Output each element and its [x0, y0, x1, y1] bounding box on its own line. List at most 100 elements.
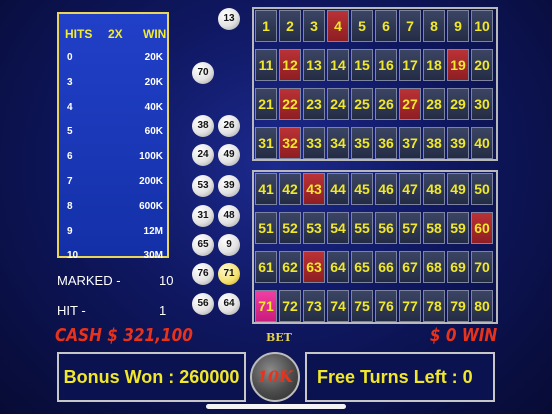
- board-number-76[interactable]: 76: [375, 290, 397, 322]
- win-amount: $ 0 WIN: [429, 325, 497, 346]
- board-number-71[interactable]: 71: [255, 290, 277, 322]
- board-number-15[interactable]: 15: [351, 49, 373, 81]
- board-number-58[interactable]: 58: [423, 212, 445, 244]
- board-number-7[interactable]: 7: [399, 10, 421, 42]
- drawn-ball: 9: [218, 234, 240, 256]
- board-number-26[interactable]: 26: [375, 88, 397, 120]
- board-number-4[interactable]: 4: [327, 10, 349, 42]
- board-number-2[interactable]: 2: [279, 10, 301, 42]
- board-number-31[interactable]: 31: [255, 127, 277, 159]
- board-number-45[interactable]: 45: [351, 173, 373, 205]
- board-number-47[interactable]: 47: [399, 173, 421, 205]
- board-number-33[interactable]: 33: [303, 127, 325, 159]
- paytable-hits: 3: [67, 76, 73, 88]
- board-number-56[interactable]: 56: [375, 212, 397, 244]
- board-number-35[interactable]: 35: [351, 127, 373, 159]
- drawn-ball: 71: [218, 263, 240, 285]
- board-number-57[interactable]: 57: [399, 212, 421, 244]
- board-number-8[interactable]: 8: [423, 10, 445, 42]
- board-number-49[interactable]: 49: [447, 173, 469, 205]
- board-number-50[interactable]: 50: [471, 173, 493, 205]
- board-number-32[interactable]: 32: [279, 127, 301, 159]
- paytable-hits: 6: [67, 151, 73, 163]
- board-number-62[interactable]: 62: [279, 251, 301, 283]
- board-number-75[interactable]: 75: [351, 290, 373, 322]
- paytable-win: 30M: [143, 250, 163, 262]
- board-number-12[interactable]: 12: [279, 49, 301, 81]
- board-number-28[interactable]: 28: [423, 88, 445, 120]
- board-number-46[interactable]: 46: [375, 173, 397, 205]
- board-number-27[interactable]: 27: [399, 88, 421, 120]
- drawn-ball: 48: [218, 205, 240, 227]
- board-number-17[interactable]: 17: [399, 49, 421, 81]
- board-number-72[interactable]: 72: [279, 290, 301, 322]
- board-number-24[interactable]: 24: [327, 88, 349, 120]
- board-number-11[interactable]: 11: [255, 49, 277, 81]
- board-number-5[interactable]: 5: [351, 10, 373, 42]
- drawn-ball: 26: [218, 115, 240, 137]
- paytable-win: 100K: [139, 151, 163, 163]
- paytable-hits-header: HITS: [65, 27, 93, 41]
- board-number-61[interactable]: 61: [255, 251, 277, 283]
- board-number-79[interactable]: 79: [447, 290, 469, 322]
- board-number-64[interactable]: 64: [327, 251, 349, 283]
- board-number-25[interactable]: 25: [351, 88, 373, 120]
- board-number-68[interactable]: 68: [423, 251, 445, 283]
- bet-label: BET: [266, 331, 292, 344]
- board-number-16[interactable]: 16: [375, 49, 397, 81]
- board-number-60[interactable]: 60: [471, 212, 493, 244]
- paytable-hits: 4: [67, 101, 73, 113]
- board-number-66[interactable]: 66: [375, 251, 397, 283]
- board-number-48[interactable]: 48: [423, 173, 445, 205]
- board-number-63[interactable]: 63: [303, 251, 325, 283]
- board-number-1[interactable]: 1: [255, 10, 277, 42]
- paytable-hits: 7: [67, 176, 73, 187]
- board-number-55[interactable]: 55: [351, 212, 373, 244]
- paytable-row: 10 30M: [59, 250, 167, 268]
- board-number-23[interactable]: 23: [303, 88, 325, 120]
- board-number-78[interactable]: 78: [423, 290, 445, 322]
- board-number-37[interactable]: 37: [399, 127, 421, 159]
- board-number-67[interactable]: 67: [399, 251, 421, 283]
- board-number-80[interactable]: 80: [471, 290, 493, 322]
- board-number-6[interactable]: 6: [375, 10, 397, 42]
- home-indicator[interactable]: [206, 404, 346, 409]
- board-number-41[interactable]: 41: [255, 173, 277, 205]
- board-number-20[interactable]: 20: [471, 49, 493, 81]
- board-number-77[interactable]: 77: [399, 290, 421, 322]
- board-number-51[interactable]: 51: [255, 212, 277, 244]
- board-number-39[interactable]: 39: [447, 127, 469, 159]
- board-number-44[interactable]: 44: [327, 173, 349, 205]
- board-number-18[interactable]: 18: [423, 49, 445, 81]
- board-number-69[interactable]: 69: [447, 251, 469, 283]
- board-number-43[interactable]: 43: [303, 173, 325, 205]
- paytable-row: 4 40K: [59, 102, 167, 120]
- board-number-70[interactable]: 70: [471, 251, 493, 283]
- drawn-ball: 76: [192, 263, 214, 285]
- keno-board: 1 2 3 4 5 6 7 8 9 10 11 12 13 14 15 16 17 18 19 20 21 22 23 24 2…: [252, 7, 498, 324]
- board-number-74[interactable]: 74: [327, 290, 349, 322]
- board-number-22[interactable]: 22: [279, 88, 301, 120]
- board-number-52[interactable]: 52: [279, 212, 301, 244]
- board-number-9[interactable]: 9: [447, 10, 469, 42]
- bet-button[interactable]: 10K: [250, 352, 300, 402]
- board-number-36[interactable]: 36: [375, 127, 397, 159]
- board-number-29[interactable]: 29: [447, 88, 469, 120]
- board-number-30[interactable]: 30: [471, 88, 493, 120]
- board-number-40[interactable]: 40: [471, 127, 493, 159]
- board-number-13[interactable]: 13: [303, 49, 325, 81]
- board-number-53[interactable]: 53: [303, 212, 325, 244]
- board-number-54[interactable]: 54: [327, 212, 349, 244]
- board-number-34[interactable]: 34: [327, 127, 349, 159]
- board-number-3[interactable]: 3: [303, 10, 325, 42]
- board-number-19[interactable]: 19: [447, 49, 469, 81]
- board-number-38[interactable]: 38: [423, 127, 445, 159]
- board-number-10[interactable]: 10: [471, 10, 493, 42]
- board-number-14[interactable]: 14: [327, 49, 349, 81]
- board-number-42[interactable]: 42: [279, 173, 301, 205]
- board-number-59[interactable]: 59: [447, 212, 469, 244]
- board-number-73[interactable]: 73: [303, 290, 325, 322]
- board-number-21[interactable]: 21: [255, 88, 277, 120]
- paytable-win: 20K: [144, 52, 163, 63]
- board-number-65[interactable]: 65: [351, 251, 373, 283]
